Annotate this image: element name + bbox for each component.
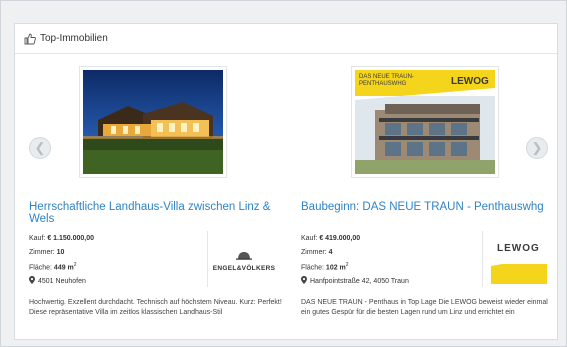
top-immobilien-panel: Top-Immobilien ❮ ❯ Herrschaftliche Landh… (14, 23, 558, 340)
svg-text:PENTHAUSWHG: PENTHAUSWHG (359, 81, 407, 87)
apartment-rendering: DAS NEUE TRAUN- PENTHAUSWHG LEWOG (355, 70, 495, 174)
villa-night-photo (83, 70, 223, 174)
listing-image[interactable]: DAS NEUE TRAUN- PENTHAUSWHG LEWOG (351, 66, 499, 178)
bell-icon (236, 251, 252, 260)
price-row: Kauf: € 1.150.000,00 (29, 235, 95, 242)
price-row: Kauf: € 419.000,00 (301, 235, 361, 242)
panel-header: Top-Immobilien (15, 24, 557, 54)
rooms-row: Zimmer: 10 (29, 248, 65, 256)
panel-title: Top-Immobilien (40, 33, 108, 44)
listing-description: DAS NEUE TRAUN - Penthaus in Top Lage Di… (301, 299, 548, 316)
agent-logo: LEWOG (482, 231, 555, 287)
listing-title[interactable]: Herrschaftliche Landhaus-Villa zwischen … (29, 201, 282, 225)
map-pin-icon (29, 275, 35, 284)
widget-frame: Top-Immobilien ❮ ❯ Herrschaftliche Landh… (0, 0, 567, 347)
agent-logo: ENGEL&VÖLKERS (207, 231, 280, 287)
rooms-row: Zimmer: 4 (301, 248, 333, 256)
svg-text:DAS NEUE TRAUN-: DAS NEUE TRAUN- (359, 74, 414, 80)
listing-card[interactable]: Herrschaftliche Landhaus-Villa zwischen … (29, 66, 282, 336)
map-pin-icon (301, 275, 307, 284)
engel-voelkers-logo: ENGEL&VÖLKERS (213, 247, 275, 272)
area-row: Fläche: 449 m2 (29, 262, 77, 272)
thumbs-up-icon (24, 33, 36, 44)
listing-image[interactable] (79, 66, 227, 178)
lewog-logo: LEWOG (491, 234, 547, 284)
location-row: Hanfpointstraße 42, 4050 Traun (301, 275, 471, 289)
listing-title[interactable]: Baubeginn: DAS NEUE TRAUN - Penthauswhg (301, 201, 554, 213)
listing-details: Kauf: € 419.000,00 Zimmer: 4 Fläche: 102… (301, 232, 471, 288)
listing-card[interactable]: DAS NEUE TRAUN- PENTHAUSWHG LEWOG Baubeg… (301, 66, 554, 336)
location-row: 4501 Neuhofen (29, 275, 199, 289)
svg-text:LEWOG: LEWOG (451, 76, 489, 87)
listing-description: Hochwertig. Exzellent durchdacht. Techni… (29, 299, 282, 316)
area-row: Fläche: 102 m2 (301, 262, 349, 272)
listing-details: Kauf: € 1.150.000,00 Zimmer: 10 Fläche: … (29, 232, 199, 288)
